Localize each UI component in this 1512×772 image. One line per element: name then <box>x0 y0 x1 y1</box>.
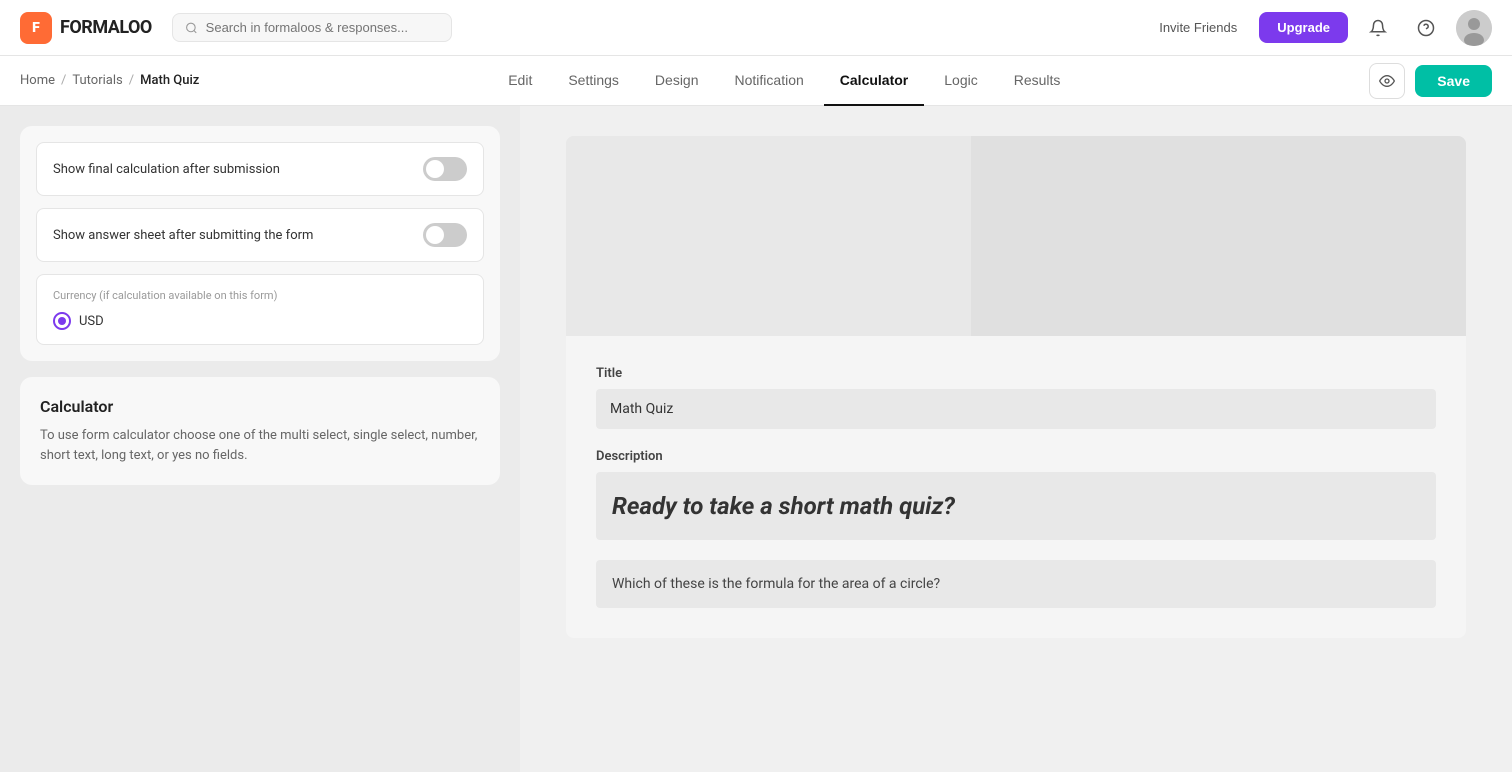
currency-legend: Currency (if calculation available on th… <box>53 289 467 302</box>
show-final-calc-row: Show final calculation after submission <box>36 142 484 196</box>
breadcrumb: Home / Tutorials / Math Quiz <box>20 73 199 88</box>
right-panel: Math Quiz Template Math quiz Ready to ta… <box>520 106 1512 772</box>
logo: F FORMALOO <box>20 12 152 44</box>
calculator-title: Calculator <box>40 397 480 416</box>
breadcrumb-sep2: / <box>129 73 134 88</box>
radio-usd <box>53 312 71 330</box>
breadcrumb-current: Math Quiz <box>140 73 199 88</box>
search-bar[interactable] <box>172 13 452 42</box>
sub-nav: Home / Tutorials / Math Quiz Edit Settin… <box>0 56 1512 106</box>
sub-nav-right: Save <box>1369 63 1492 99</box>
tab-notification[interactable]: Notification <box>719 56 820 106</box>
cover-image: Math Quiz Template Math quiz Ready to ta… <box>566 136 1466 336</box>
breadcrumb-tutorials[interactable]: Tutorials <box>72 73 122 88</box>
description-field-label: Description <box>596 449 1436 464</box>
search-icon <box>185 21 198 35</box>
nav-right: Invite Friends Upgrade <box>1149 10 1492 46</box>
top-nav: F FORMALOO Invite Friends Upgrade <box>0 0 1512 56</box>
description-box: Ready to take a short math quiz? <box>596 472 1436 540</box>
form-preview: Math Quiz Template Math quiz Ready to ta… <box>566 136 1466 638</box>
title-field-value[interactable]: Math Quiz <box>596 389 1436 429</box>
show-final-calc-toggle[interactable] <box>423 157 467 181</box>
invite-button[interactable]: Invite Friends <box>1149 14 1247 41</box>
tab-calculator[interactable]: Calculator <box>824 56 924 106</box>
tab-design[interactable]: Design <box>639 56 715 106</box>
help-icon <box>1417 19 1435 37</box>
question-box: Which of these is the formula for the ar… <box>596 560 1436 608</box>
tab-settings[interactable]: Settings <box>552 56 635 106</box>
calculator-desc: To use form calculator choose one of the… <box>40 426 480 465</box>
upgrade-button[interactable]: Upgrade <box>1259 12 1348 43</box>
left-panel: Show final calculation after submission … <box>0 106 520 772</box>
logo-text: FORMALOO <box>60 17 152 38</box>
eye-icon <box>1379 73 1395 89</box>
title-field-label: Title <box>596 366 1436 381</box>
show-answer-sheet-toggle[interactable] <box>423 223 467 247</box>
tab-results[interactable]: Results <box>998 56 1077 106</box>
toggle-slider-1 <box>423 157 467 181</box>
toggle-slider-2 <box>423 223 467 247</box>
breadcrumb-sep1: / <box>61 73 66 88</box>
main-layout: Show final calculation after submission … <box>0 106 1512 772</box>
preview-button[interactable] <box>1369 63 1405 99</box>
tab-links: Edit Settings Design Notification Calcul… <box>492 56 1076 106</box>
show-answer-sheet-row: Show answer sheet after submitting the f… <box>36 208 484 262</box>
description-text: Ready to take a short math quiz? <box>612 492 1420 520</box>
avatar-button[interactable] <box>1456 10 1492 46</box>
tab-logic[interactable]: Logic <box>928 56 993 106</box>
breadcrumb-home[interactable]: Home <box>20 73 55 88</box>
save-button[interactable]: Save <box>1415 65 1492 97</box>
bell-icon <box>1369 19 1387 37</box>
currency-usd-label: USD <box>79 314 104 329</box>
calculator-card: Calculator To use form calculator choose… <box>20 377 500 485</box>
show-final-calc-label: Show final calculation after submission <box>53 162 280 177</box>
settings-card: Show final calculation after submission … <box>20 126 500 361</box>
search-input[interactable] <box>206 20 439 35</box>
notifications-button[interactable] <box>1360 10 1396 46</box>
help-button[interactable] <box>1408 10 1444 46</box>
show-answer-sheet-label: Show answer sheet after submitting the f… <box>53 228 313 243</box>
user-avatar-icon <box>1456 10 1492 46</box>
form-content: Title Math Quiz Description Ready to tak… <box>566 336 1466 638</box>
logo-icon: F <box>20 12 52 44</box>
tab-edit[interactable]: Edit <box>492 56 548 106</box>
currency-card: Currency (if calculation available on th… <box>36 274 484 345</box>
currency-option-usd[interactable]: USD <box>53 312 467 330</box>
